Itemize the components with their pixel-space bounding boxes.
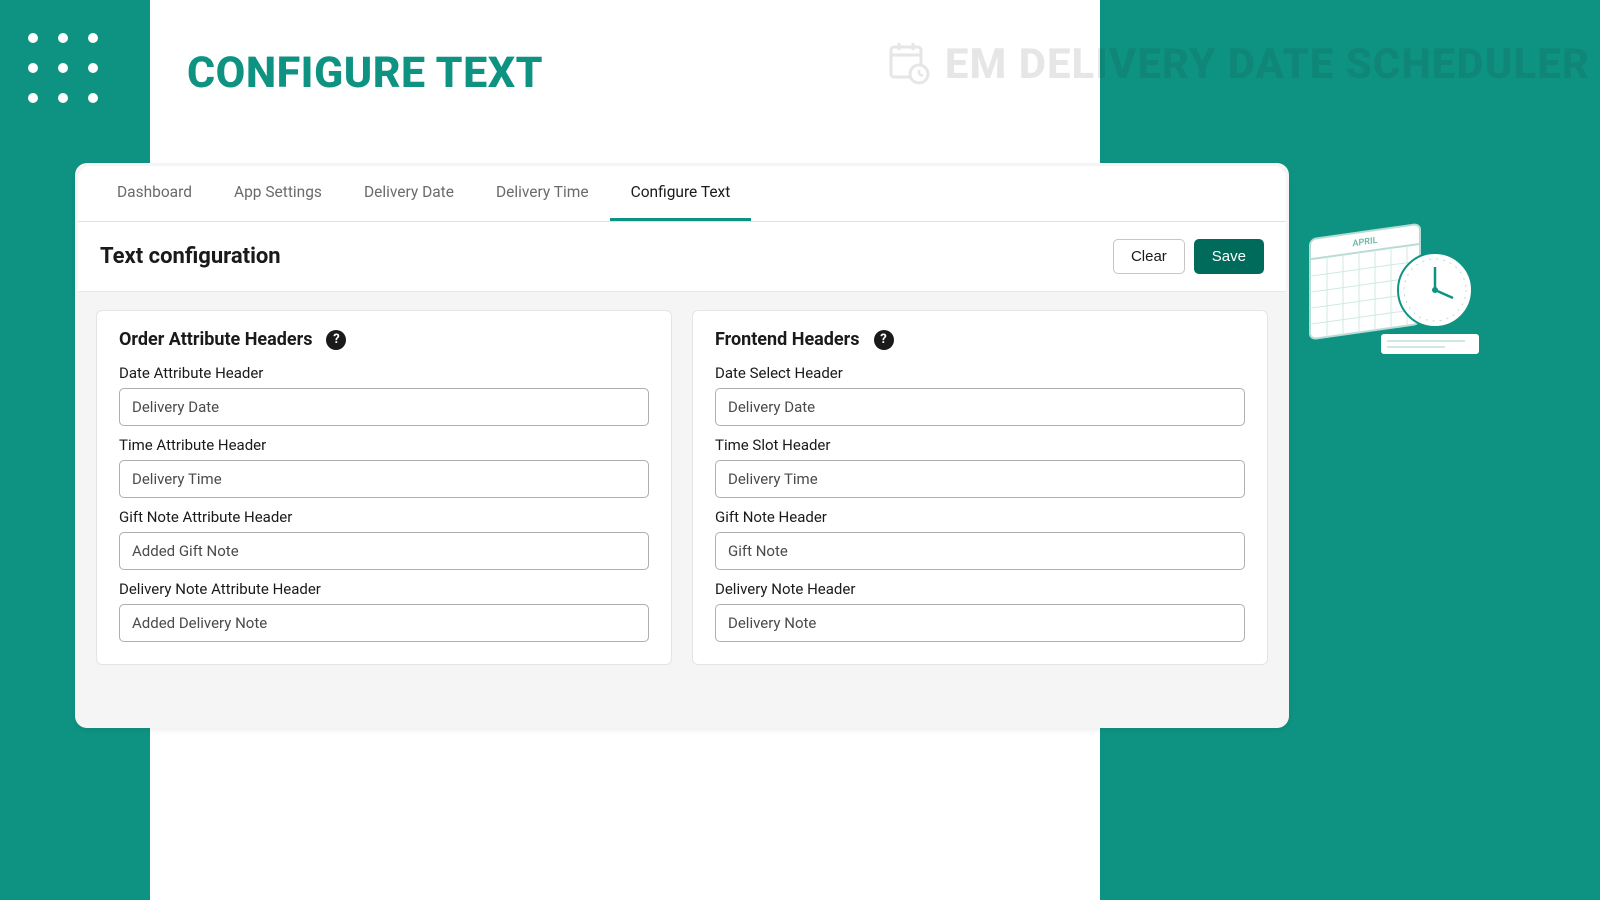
field-label: Delivery Note Header xyxy=(715,580,1245,598)
card-title: Frontend Headers xyxy=(715,329,860,350)
frontend-headers-card: Frontend Headers ? Date Select Header Ti… xyxy=(692,310,1268,665)
help-icon[interactable]: ? xyxy=(326,330,346,350)
field-label: Date Select Header xyxy=(715,364,1245,382)
field-label: Gift Note Header xyxy=(715,508,1245,526)
decoration-dots-bottom-right xyxy=(1420,797,1490,867)
brand-row: EM DELIVERY DATE SCHEDULER xyxy=(885,38,1590,90)
help-icon[interactable]: ? xyxy=(874,330,894,350)
section-title: Text configuration xyxy=(100,244,281,269)
brand-text: EM DELIVERY DATE SCHEDULER xyxy=(945,40,1590,89)
time-attribute-header-input[interactable] xyxy=(119,460,649,498)
decoration-dots-top-left xyxy=(28,33,98,103)
tab-configure-text[interactable]: Configure Text xyxy=(610,166,752,221)
date-attribute-header-input[interactable] xyxy=(119,388,649,426)
tab-dashboard[interactable]: Dashboard xyxy=(96,166,213,221)
card-title: Order Attribute Headers xyxy=(119,329,312,350)
field-label: Time Attribute Header xyxy=(119,436,649,454)
order-attribute-headers-card: Order Attribute Headers ? Date Attribute… xyxy=(96,310,672,665)
field-label: Time Slot Header xyxy=(715,436,1245,454)
field-label: Date Attribute Header xyxy=(119,364,649,382)
main-panel: Dashboard App Settings Delivery Date Del… xyxy=(75,163,1289,728)
section-header: Text configuration Clear Save xyxy=(78,222,1286,292)
field-label: Gift Note Attribute Header xyxy=(119,508,649,526)
tab-delivery-date[interactable]: Delivery Date xyxy=(343,166,475,221)
save-button[interactable]: Save xyxy=(1194,239,1264,274)
delivery-note-attribute-header-input[interactable] xyxy=(119,604,649,642)
gift-note-header-input[interactable] xyxy=(715,532,1245,570)
tab-app-settings[interactable]: App Settings xyxy=(213,166,343,221)
action-buttons: Clear Save xyxy=(1113,239,1264,274)
delivery-note-header-input[interactable] xyxy=(715,604,1245,642)
time-slot-header-input[interactable] xyxy=(715,460,1245,498)
date-select-header-input[interactable] xyxy=(715,388,1245,426)
field-label: Delivery Note Attribute Header xyxy=(119,580,649,598)
tab-delivery-time[interactable]: Delivery Time xyxy=(475,166,610,221)
calendar-clock-illustration: APRIL xyxy=(1305,205,1485,360)
cards-row: Order Attribute Headers ? Date Attribute… xyxy=(78,292,1286,683)
card-title-row: Frontend Headers ? xyxy=(715,329,1245,350)
calendar-clock-icon xyxy=(885,38,933,90)
card-title-row: Order Attribute Headers ? xyxy=(119,329,649,350)
page-title: CONFIGURE TEXT xyxy=(187,48,543,98)
tab-bar: Dashboard App Settings Delivery Date Del… xyxy=(78,166,1286,222)
gift-note-attribute-header-input[interactable] xyxy=(119,532,649,570)
clear-button[interactable]: Clear xyxy=(1113,239,1185,274)
